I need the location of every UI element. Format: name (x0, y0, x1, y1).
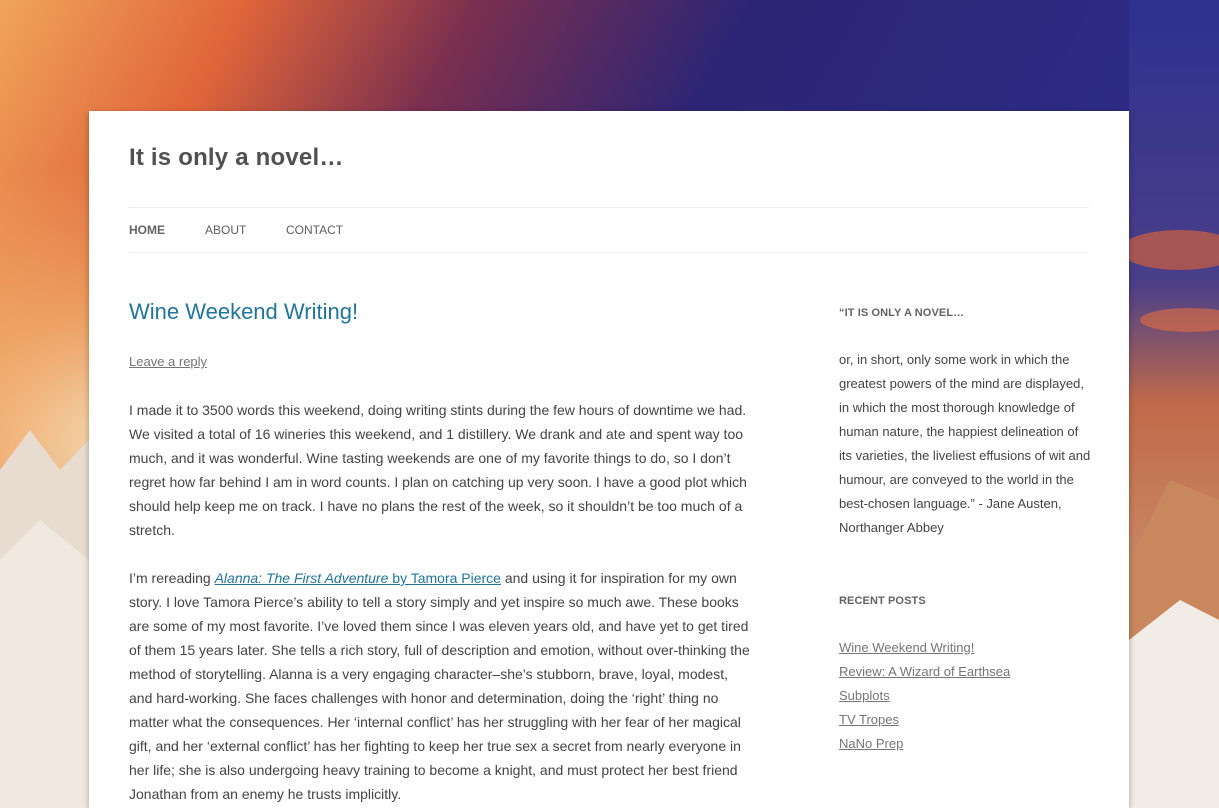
list-item: TV Tropes (839, 708, 1010, 732)
recent-post-link[interactable]: Wine Weekend Writing! (839, 640, 974, 655)
page-container: It is only a novel… HOME ABOUT CONTACT W… (89, 111, 1129, 808)
recent-posts-title: RECENT POSTS (839, 595, 926, 607)
nav-item-home[interactable]: HOME (129, 223, 165, 237)
book-title: Alanna: The First Adventure (214, 570, 389, 586)
list-item: Wine Weekend Writing! (839, 636, 1010, 660)
quote-widget-title: “IT IS ONLY A NOVEL… (839, 307, 965, 319)
post-text: I’m rereading (129, 570, 215, 586)
book-author: by Tamora Pierce (388, 570, 501, 586)
post-text: and using it for inspiration for my own … (129, 570, 750, 802)
recent-post-link[interactable]: NaNo Prep (839, 736, 903, 751)
nav-item-contact[interactable]: CONTACT (286, 223, 343, 237)
post-paragraph: I’m rereading Alanna: The First Adventur… (129, 566, 755, 806)
post-title[interactable]: Wine Weekend Writing! (129, 299, 358, 325)
recent-posts-list: Wine Weekend Writing! Review: A Wizard o… (839, 636, 1010, 756)
recent-post-link[interactable]: Review: A Wizard of Earthsea (839, 664, 1010, 679)
post-paragraph: I made it to 3500 words this weekend, do… (129, 402, 747, 538)
site-title[interactable]: It is only a novel… (129, 144, 344, 172)
leave-reply-link[interactable]: Leave a reply (129, 354, 207, 369)
nav-item-about[interactable]: ABOUT (205, 223, 246, 237)
post-content: I made it to 3500 words this weekend, do… (129, 398, 755, 808)
main-navigation: HOME ABOUT CONTACT (129, 207, 1089, 253)
recent-post-link[interactable]: TV Tropes (839, 712, 899, 727)
list-item: Subplots (839, 684, 1010, 708)
list-item: NaNo Prep (839, 732, 1010, 756)
quote-widget-text: or, in short, only some work in which th… (839, 352, 1091, 535)
book-link[interactable]: Alanna: The First Adventure by Tamora Pi… (215, 570, 501, 586)
recent-post-link[interactable]: Subplots (839, 688, 890, 703)
list-item: Review: A Wizard of Earthsea (839, 660, 1010, 684)
